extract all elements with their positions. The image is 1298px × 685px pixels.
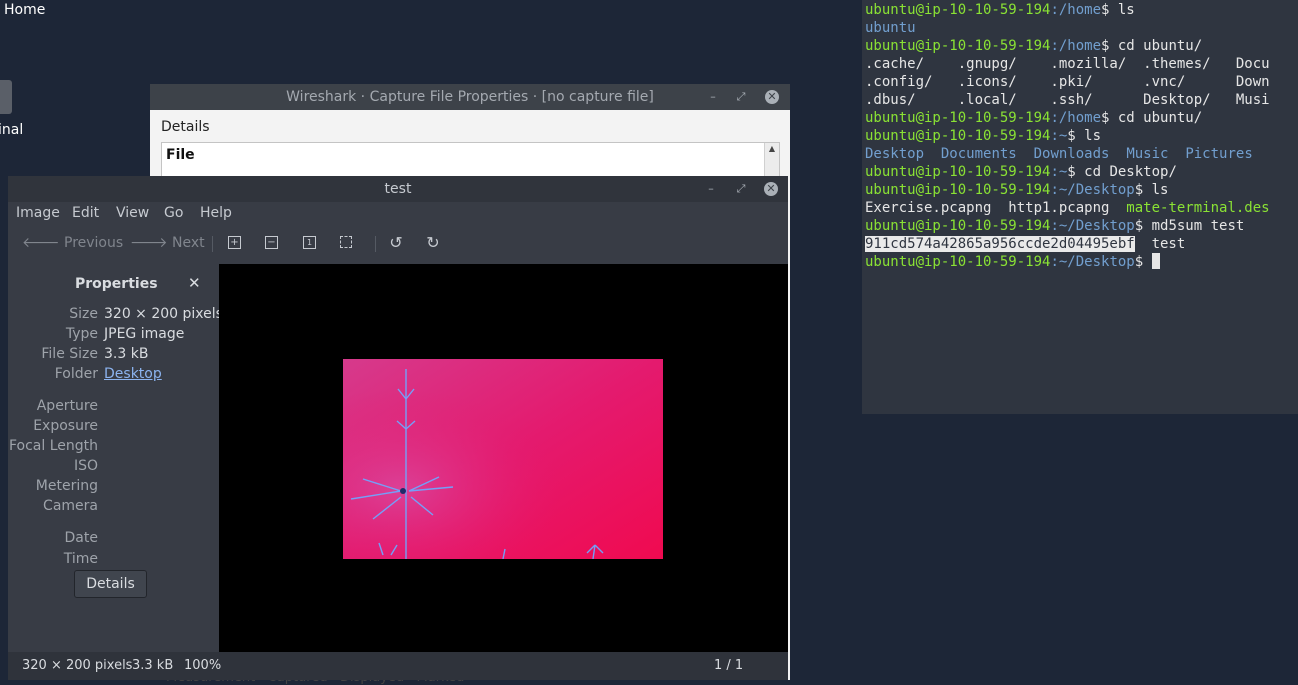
date-label: Date [64, 530, 98, 546]
type-label: Type [65, 326, 98, 342]
terminal-line: ubuntu@ip-10-10-59-194:~/Desktop$ ls [865, 182, 1169, 198]
minimize-icon[interactable]: – [704, 182, 718, 196]
close-icon[interactable]: ✕ [764, 182, 778, 196]
right-arrow-icon: 🡒 [130, 235, 168, 251]
maximize-icon[interactable]: ⤢ [734, 182, 748, 196]
toolbar-separator [375, 236, 376, 252]
left-arrow-icon: 🡐 [22, 235, 60, 251]
terminal-line: .cache/ .gnupg/ .mozilla/ .themes/ Docu [865, 56, 1270, 72]
terminal-line: ubuntu@ip-10-10-59-194:~/Desktop$ [865, 253, 1160, 271]
terminal-cursor [1151, 253, 1160, 269]
iso-label: ISO [73, 458, 98, 474]
normal-size-icon[interactable]: 1 [303, 236, 316, 249]
type-value: JPEG image [104, 326, 185, 342]
zoom-out-icon[interactable]: − [265, 236, 278, 249]
image-viewer-title: test [384, 181, 412, 197]
maximize-icon[interactable]: ⤢ [734, 90, 748, 104]
previous-button[interactable]: 🡐 Previous [22, 228, 123, 258]
zoom-in-icon[interactable]: + [228, 236, 241, 249]
terminal-window[interactable]: ubuntu@ip-10-10-59-194:/home$ ls ubuntu … [862, 0, 1298, 414]
desktop-home-label[interactable]: Home [4, 2, 45, 18]
rotate-left-icon[interactable]: ↺ [389, 235, 403, 251]
wireshark-titlebar[interactable]: Wireshark · Capture File Properties · [n… [150, 84, 790, 110]
file-size-value: 3.3 kB [104, 346, 149, 362]
rotate-right-icon[interactable]: ↻ [426, 235, 440, 251]
details-button[interactable]: Details [74, 570, 147, 598]
status-position: 1 / 1 [714, 658, 744, 673]
terminal-desktop-icon[interactable] [0, 80, 12, 114]
terminal-line: ubuntu@ip-10-10-59-194:~/Desktop$ md5sum… [865, 218, 1245, 234]
status-bar: 320 × 200 pixels 3.3 kB 100% 1 / 1 [8, 652, 788, 680]
next-label: Next [172, 235, 205, 251]
file-heading: File [166, 147, 195, 163]
terminal-line: Exercise.pcapng http1.pcapng mate-termin… [865, 200, 1270, 216]
fractal-image [343, 359, 663, 559]
terminal-line: 911cd574a42865a956ccde2d04495ebf test [865, 236, 1186, 252]
terminal-line: Desktop Documents Downloads Music Pictur… [865, 146, 1253, 162]
image-viewer-window[interactable]: test – ⤢ ✕ Image Edit View Go Help 🡐 Pre… [8, 176, 788, 680]
menu-image[interactable]: Image [16, 202, 60, 224]
image-view[interactable] [219, 264, 788, 652]
time-label: Time [63, 551, 98, 567]
status-zoom: 100% [184, 658, 222, 673]
terminal-line: .config/ .icons/ .pki/ .vnc/ Down [865, 74, 1270, 90]
status-dimensions: 320 × 200 pixels [22, 658, 133, 673]
toolbar-separator [212, 236, 213, 252]
md5-hash-selection[interactable]: 911cd574a42865a956ccde2d04495ebf [865, 236, 1135, 252]
details-label: Details [161, 119, 210, 135]
menu-help[interactable]: Help [200, 202, 232, 224]
close-sidebar-icon[interactable]: ✕ [188, 274, 201, 292]
status-filesize: 3.3 kB [132, 658, 174, 673]
terminal-line: ubuntu@ip-10-10-59-194:~$ cd Desktop/ [865, 164, 1177, 180]
menu-view[interactable]: View [116, 202, 149, 224]
close-icon[interactable]: ✕ [765, 90, 779, 104]
size-label: Size [69, 306, 98, 322]
file-size-label: File Size [41, 346, 98, 362]
terminal-line: ubuntu@ip-10-10-59-194:/home$ cd ubuntu/ [865, 110, 1203, 126]
previous-label: Previous [64, 235, 124, 251]
size-value: 320 × 200 pixels [104, 306, 223, 322]
menu-go[interactable]: Go [164, 202, 183, 224]
folder-link[interactable]: Desktop [104, 364, 162, 384]
menu-edit[interactable]: Edit [72, 202, 99, 224]
focal-length-label: Focal Length [8, 438, 98, 454]
scroll-up-icon[interactable]: ▲ [765, 143, 779, 155]
aperture-label: Aperture [36, 398, 98, 414]
terminal-line: .dbus/ .local/ .ssh/ Desktop/ Musi [865, 92, 1270, 108]
terminal-line: ubuntu@ip-10-10-59-194:/home$ cd ubuntu/ [865, 38, 1203, 54]
wireshark-title: Wireshark · Capture File Properties · [n… [286, 89, 654, 105]
desktop-terminal-label[interactable]: inal [0, 122, 23, 138]
terminal-line: ubuntu [865, 20, 916, 36]
next-button[interactable]: 🡒 Next [130, 228, 205, 258]
image-viewer-titlebar[interactable]: test [8, 176, 788, 202]
terminal-line: ubuntu@ip-10-10-59-194:~$ ls [865, 128, 1102, 144]
camera-label: Camera [43, 498, 98, 514]
properties-sidebar: Properties ✕ Size 320 × 200 pixels Type … [8, 264, 223, 652]
properties-header: Properties [75, 276, 158, 292]
best-fit-icon[interactable] [340, 236, 352, 248]
minimize-icon[interactable]: – [706, 90, 720, 104]
terminal-line: ubuntu@ip-10-10-59-194:/home$ ls [865, 2, 1135, 18]
exposure-label: Exposure [33, 418, 98, 434]
metering-label: Metering [35, 478, 98, 494]
fractal-svg [343, 359, 663, 559]
folder-label: Folder [54, 366, 98, 382]
